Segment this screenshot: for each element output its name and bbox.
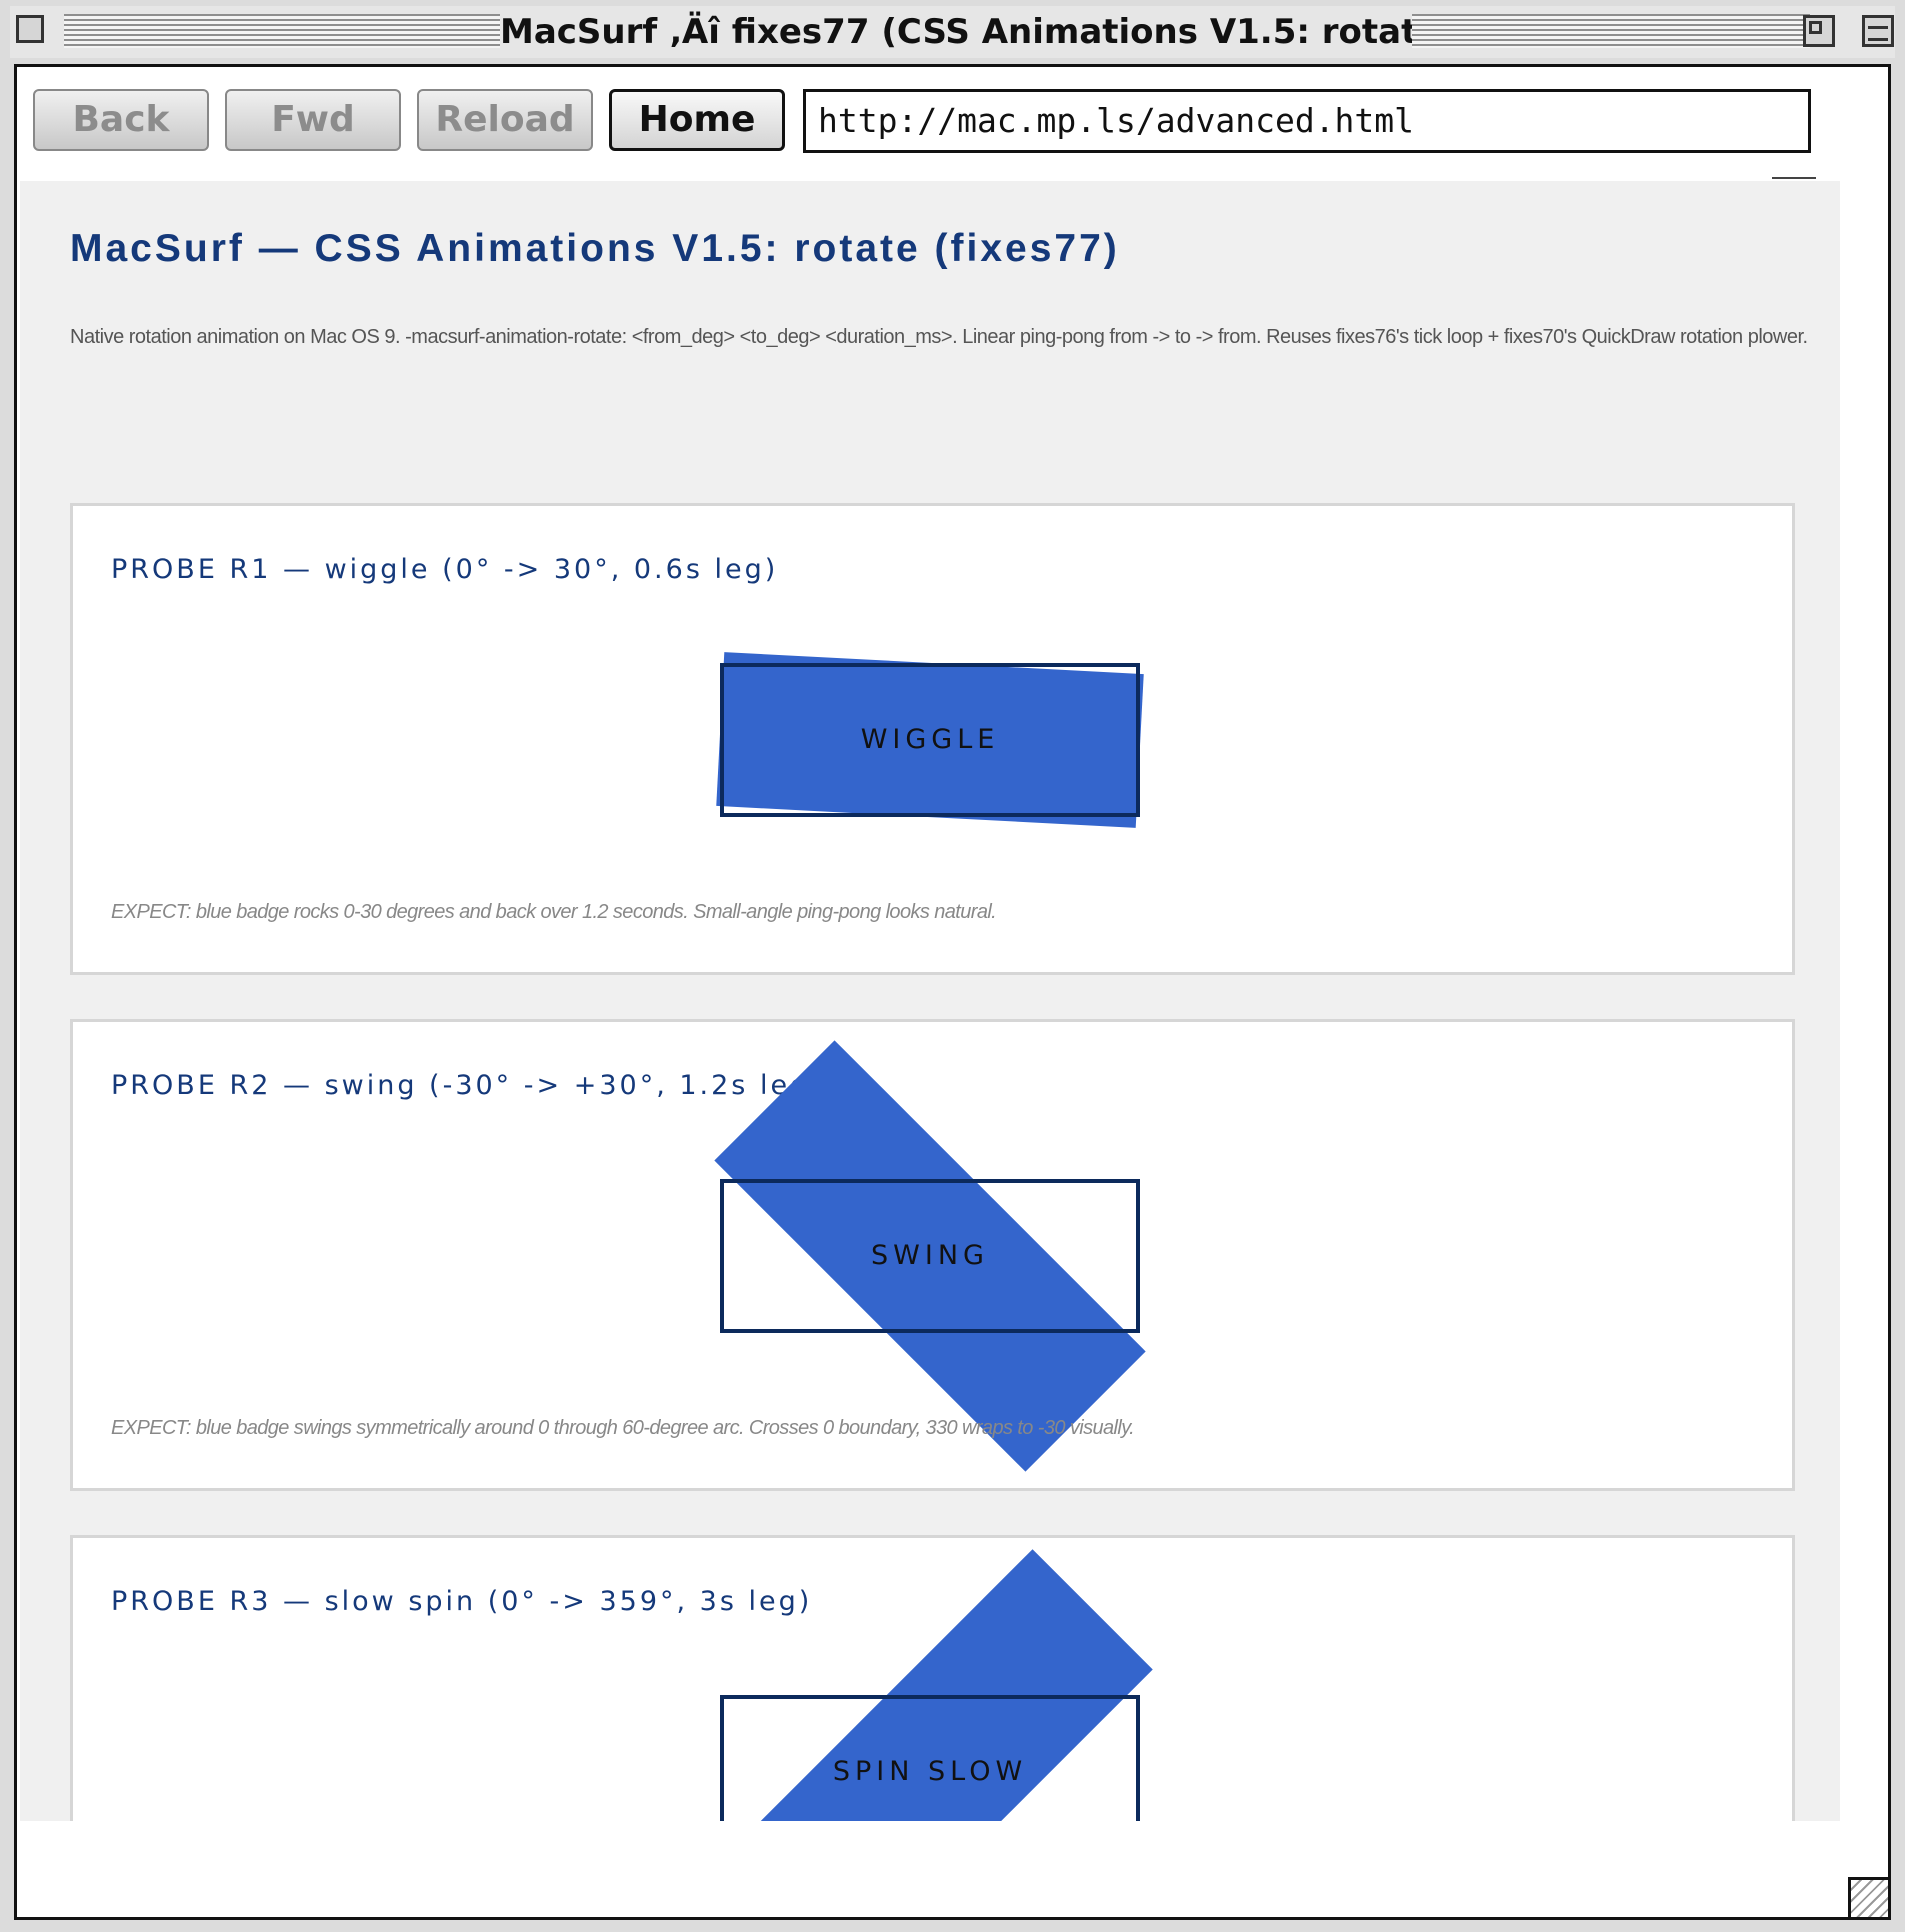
- badge-label: SPIN SLOW: [832, 1756, 1028, 1787]
- badge-spin-slow: SPIN SLOW: [707, 1549, 1153, 1821]
- page-content[interactable]: MacSurf — CSS Animations V1.5: rotate (f…: [20, 181, 1840, 1821]
- page-description: Native rotation animation on Mac OS 9. -…: [70, 326, 1808, 348]
- badge-wiggle: WIGGLE: [716, 652, 1144, 828]
- probe-expectation: EXPECT: blue badge rocks 0-30 degrees an…: [111, 901, 997, 923]
- probe-heading: PROBE R2 — swing (-30° -> +30°, 1.2s leg…: [111, 1070, 824, 1101]
- window-title: MacSurf ‚Äî fixes77 (CSS Animations V1.5…: [500, 6, 1456, 58]
- probe-card-r3: PROBE R3 — slow spin (0° -> 359°, 3s leg…: [70, 1535, 1795, 1821]
- badge-swing: SWING: [714, 1040, 1146, 1472]
- probe-heading: PROBE R3 — slow spin (0° -> 359°, 3s leg…: [111, 1586, 813, 1617]
- home-button[interactable]: Home: [609, 89, 785, 151]
- probe-card-r1: PROBE R1 — wiggle (0° -> 30°, 0.6s leg) …: [70, 503, 1795, 975]
- content-frame: Back Fwd Reload Home http://mac.mp.ls/ad…: [14, 64, 1891, 1920]
- browser-window: MacSurf ‚Äî fixes77 (CSS Animations V1.5…: [0, 0, 1905, 1932]
- page-title: MacSurf — CSS Animations V1.5: rotate (f…: [70, 227, 1120, 270]
- url-input[interactable]: http://mac.mp.ls/advanced.html: [803, 89, 1811, 153]
- probe-expectation: EXPECT: blue badge swings symmetrically …: [111, 1417, 1135, 1439]
- badge-label: SWING: [871, 1240, 989, 1271]
- title-bar[interactable]: MacSurf ‚Äî fixes77 (CSS Animations V1.5…: [10, 6, 1895, 58]
- toolbar: Back Fwd Reload Home http://mac.mp.ls/ad…: [17, 67, 1888, 177]
- title-bar-stripes-right: [1412, 14, 1810, 48]
- reload-button[interactable]: Reload: [417, 89, 593, 151]
- zoom-box-icon[interactable]: [1803, 15, 1835, 47]
- badge-label: WIGGLE: [860, 724, 1000, 755]
- collapse-box-icon[interactable]: [1862, 15, 1894, 47]
- back-button[interactable]: Back: [33, 89, 209, 151]
- resize-grip-icon[interactable]: [1848, 1877, 1888, 1917]
- probe-card-r2: PROBE R2 — swing (-30° -> +30°, 1.2s leg…: [70, 1019, 1795, 1491]
- scroll-indicator: [1772, 177, 1816, 179]
- close-box-icon[interactable]: [16, 15, 44, 43]
- probe-heading: PROBE R1 — wiggle (0° -> 30°, 0.6s leg): [111, 554, 779, 585]
- forward-button[interactable]: Fwd: [225, 89, 401, 151]
- title-bar-stripes-left: [64, 14, 500, 48]
